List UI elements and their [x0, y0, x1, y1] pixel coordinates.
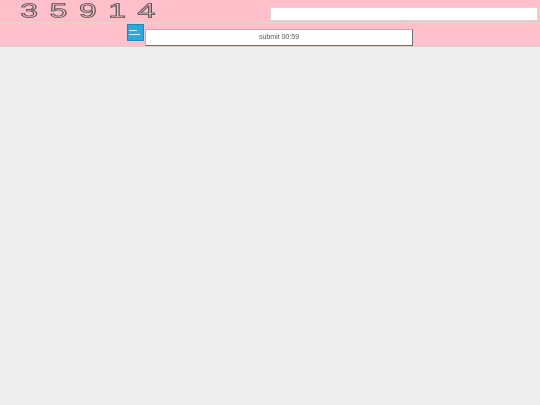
captcha-image: 35914: [0, 0, 268, 22]
captcha-svg: 35914: [20, 0, 167, 22]
captcha-input[interactable]: [270, 7, 538, 21]
captcha-code: 35914: [20, 0, 167, 22]
image-thumbnail-icon[interactable]: [127, 24, 144, 41]
captcha-row: 35914: [0, 0, 540, 22]
submit-row: submit 00:59: [0, 22, 540, 47]
submit-button[interactable]: submit 00:59: [145, 29, 413, 46]
